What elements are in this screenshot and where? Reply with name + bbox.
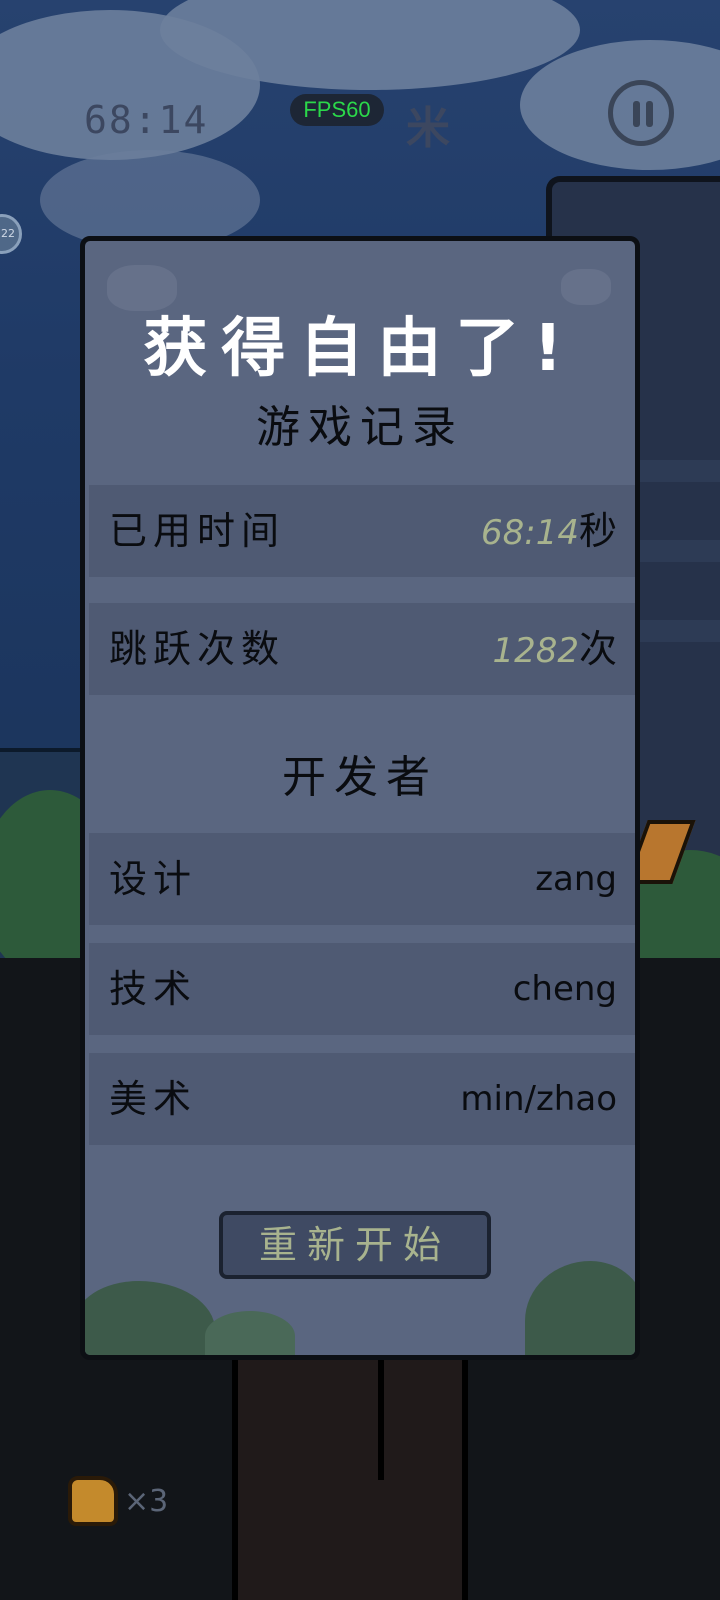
time-unit: 秒 [578,509,617,553]
developer-role: 美术 [109,1077,198,1121]
jump-unit: 次 [578,627,617,671]
stat-row-time: 已用时间 68:14秒 [89,485,635,579]
stat-row-jumps: 跳跃次数 1282次 [89,603,635,697]
victory-dialog: 获得自由了! 游戏记录 已用时间 68:14秒 跳跃次数 1282次 开发者 设… [80,236,640,1360]
panel-grass [205,1311,295,1355]
thumbs-up-icon [68,1476,118,1526]
fps-counter: FPS60 [290,94,384,126]
developer-name: zang [535,859,617,899]
stat-value: 1282次 [492,603,617,697]
stat-label: 跳跃次数 [109,627,286,671]
stat-label: 已用时间 [109,509,286,553]
developer-name: min/zhao [460,1079,617,1119]
developer-section-title: 开发者 [282,752,438,803]
hud-timer: 68:14 [84,98,209,142]
developer-role: 技术 [109,967,198,1011]
dialog-title: 获得自由了! [143,312,577,386]
developer-row: 技术 cheng [89,943,635,1035]
panel-grass [525,1261,635,1355]
meters-unit: 米 [406,103,450,154]
lives-count: ×3 [124,1484,169,1519]
jump-number: 1282 [492,631,579,671]
record-section-title: 游戏记录 [256,402,464,453]
time-number: 68:14 [481,513,579,553]
tree-trunk [232,1340,468,1600]
restart-button[interactable]: 重新开始 [219,1211,491,1279]
developer-row: 美术 min/zhao [89,1053,635,1145]
cloud [40,150,260,250]
developer-role: 设计 [109,857,198,901]
stat-value: 68:14秒 [481,485,617,579]
panel-grass [85,1281,215,1355]
developer-name: cheng [512,969,617,1009]
developer-row: 设计 zang [89,833,635,925]
pause-icon[interactable] [608,80,674,146]
